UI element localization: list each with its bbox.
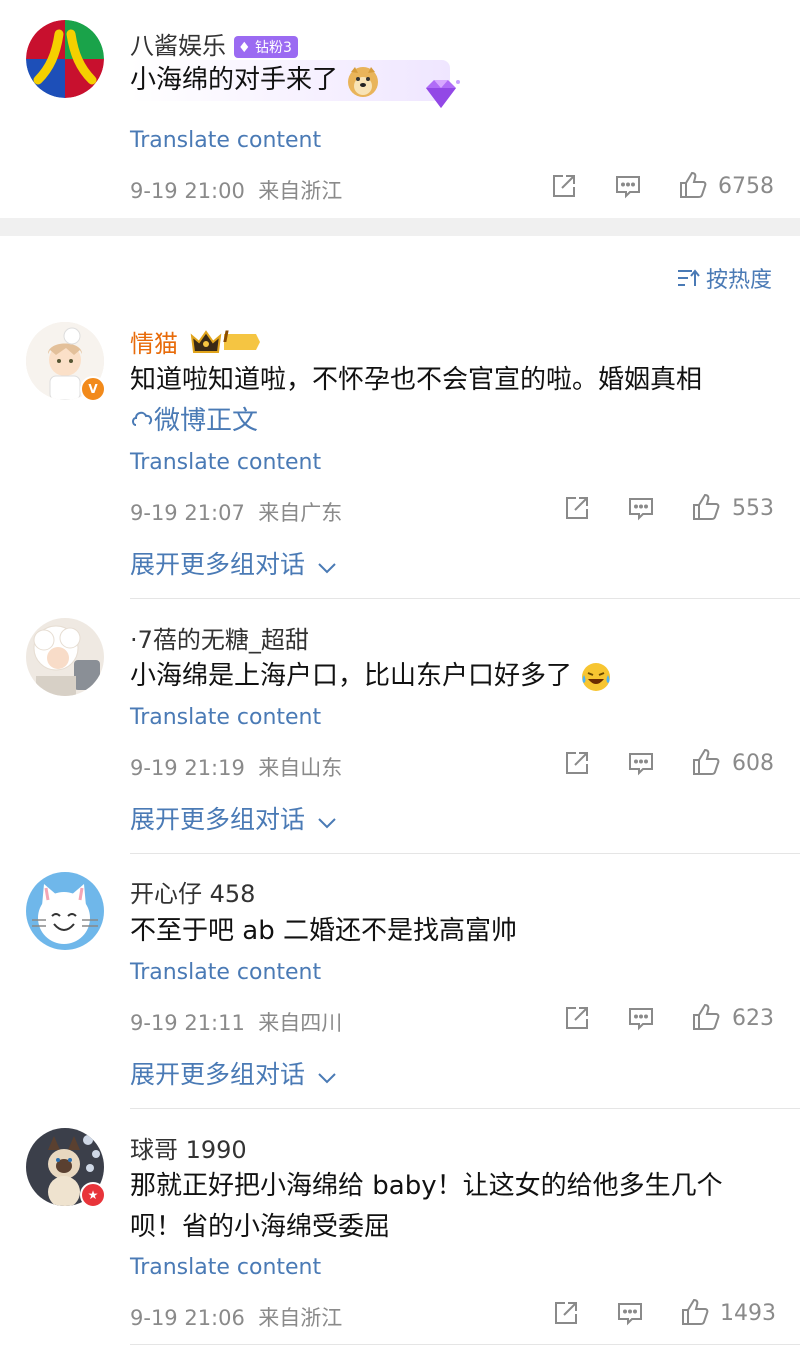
avatar[interactable] <box>26 20 104 98</box>
comment-meta: 9-19 21:06 来自浙江 <box>130 1302 342 1332</box>
comment-text: 不至于吧 ab 二婚还不是找高富帅 <box>130 916 517 946</box>
location: 来自山东 <box>258 756 343 780</box>
chevron-down-icon <box>317 807 337 836</box>
diamond-icon <box>420 76 462 112</box>
link-text[interactable]: 微博正文 <box>154 406 258 436</box>
divider <box>130 1344 800 1345</box>
comment-icon[interactable] <box>627 749 655 781</box>
chevron-down-icon <box>317 1062 337 1091</box>
comment-meta: 9-19 21:19 来自山东 <box>130 752 342 782</box>
like-icon[interactable] <box>691 492 721 526</box>
comment-text-content: 小海绵是上海户口，比山东户口好多了 <box>130 661 573 691</box>
comment-meta: 9-19 21:07 来自广东 <box>130 497 342 527</box>
avatar[interactable] <box>26 618 104 696</box>
weibo-post-link[interactable]: 微博正文 <box>130 406 258 436</box>
verified-badge-icon: V <box>80 376 106 402</box>
sort-button[interactable]: 按热度 <box>676 262 772 294</box>
like-count: 623 <box>732 1006 774 1031</box>
share-icon[interactable] <box>550 172 578 204</box>
sort-label: 按热度 <box>705 268 772 293</box>
username[interactable]: 开心仔 458 <box>130 874 255 909</box>
section-separator <box>0 218 800 236</box>
share-icon[interactable] <box>563 1004 591 1036</box>
comment-icon[interactable] <box>616 1299 644 1331</box>
doge-emoji-icon <box>346 64 380 98</box>
divider <box>130 853 800 854</box>
timestamp: 9-19 21:07 <box>130 501 245 525</box>
fan-badge: ♦ 钻粉3 <box>234 36 298 58</box>
divider <box>130 1108 800 1109</box>
comment-text-content: 知道啦知道啦，不怀孕也不会官宣的啦。婚姻真相 <box>130 365 703 395</box>
comment-meta: 9-19 21:00 来自浙江 <box>130 175 342 205</box>
expand-replies-button[interactable]: 展开更多组对话 <box>130 1055 337 1091</box>
like-icon[interactable] <box>678 170 708 204</box>
comment-icon[interactable] <box>627 1004 655 1036</box>
share-icon[interactable] <box>552 1299 580 1331</box>
username[interactable]: ·7蓓的无糖_超甜 <box>130 620 309 655</box>
level-label: I <box>223 327 229 346</box>
location: 来自浙江 <box>258 1306 343 1330</box>
verified-badge-icon: ★ <box>80 1182 106 1208</box>
like-icon[interactable] <box>691 747 721 781</box>
like-icon[interactable] <box>680 1297 710 1331</box>
laugh-cry-emoji-icon <box>580 661 612 693</box>
location: 来自四川 <box>258 1011 343 1035</box>
timestamp: 9-19 21:11 <box>130 1011 245 1035</box>
share-icon[interactable] <box>563 749 591 781</box>
chevron-down-icon <box>317 552 337 581</box>
comment-bubble: 小海绵的对手来了 <box>130 60 450 101</box>
comment-icon[interactable] <box>627 494 655 526</box>
comment-text: 小海绵是上海户口，比山东户口好多了 <box>130 656 770 697</box>
comment-icon[interactable] <box>614 172 642 204</box>
like-icon[interactable] <box>691 1002 721 1036</box>
expand-replies-button[interactable]: 展开更多组对话 <box>130 545 337 581</box>
expand-label: 展开更多组对话 <box>130 1060 306 1089</box>
comment-meta: 9-19 21:11 来自四川 <box>130 1007 342 1037</box>
timestamp: 9-19 21:06 <box>130 1306 245 1330</box>
translate-link[interactable]: Translate content <box>130 450 321 475</box>
comment-text: 小海绵的对手来了 <box>130 65 339 95</box>
fan-badge-label: 钻粉3 <box>255 40 292 56</box>
timestamp: 9-19 21:00 <box>130 179 245 203</box>
translate-link[interactable]: Translate content <box>130 1255 321 1280</box>
translate-link[interactable]: Translate content <box>130 960 321 985</box>
share-icon[interactable] <box>563 494 591 526</box>
timestamp: 9-19 21:19 <box>130 756 245 780</box>
translate-link[interactable]: Translate content <box>130 128 321 153</box>
like-count: 1493 <box>720 1301 776 1326</box>
expand-replies-button[interactable]: 展开更多组对话 <box>130 800 337 836</box>
expand-label: 展开更多组对话 <box>130 550 306 579</box>
comment-text: 那就正好把小海绵给 baby！让这女的给他多生几个呗！省的小海绵受委屈 <box>130 1171 723 1242</box>
username[interactable]: 八酱娱乐 ♦ 钻粉3 <box>130 26 298 61</box>
like-count: 553 <box>732 496 774 521</box>
expand-label: 展开更多组对话 <box>130 805 306 834</box>
username-text[interactable]: 八酱娱乐 <box>130 32 226 60</box>
comment-text: 知道啦知道啦，不怀孕也不会官宣的啦。婚姻真相 微博正文 <box>130 360 770 442</box>
like-count: 608 <box>732 751 774 776</box>
username[interactable]: 情猫 <box>130 324 262 362</box>
username[interactable]: 球哥 1990 <box>130 1130 247 1165</box>
link-cloud-icon <box>130 401 154 442</box>
location: 来自浙江 <box>258 179 343 203</box>
translate-link[interactable]: Translate content <box>130 705 321 730</box>
divider <box>130 598 800 599</box>
location: 来自广东 <box>258 501 343 525</box>
username-text[interactable]: 情猫 <box>130 330 178 358</box>
avatar[interactable] <box>26 872 104 950</box>
like-count: 6758 <box>718 174 774 199</box>
sort-icon <box>676 268 700 294</box>
